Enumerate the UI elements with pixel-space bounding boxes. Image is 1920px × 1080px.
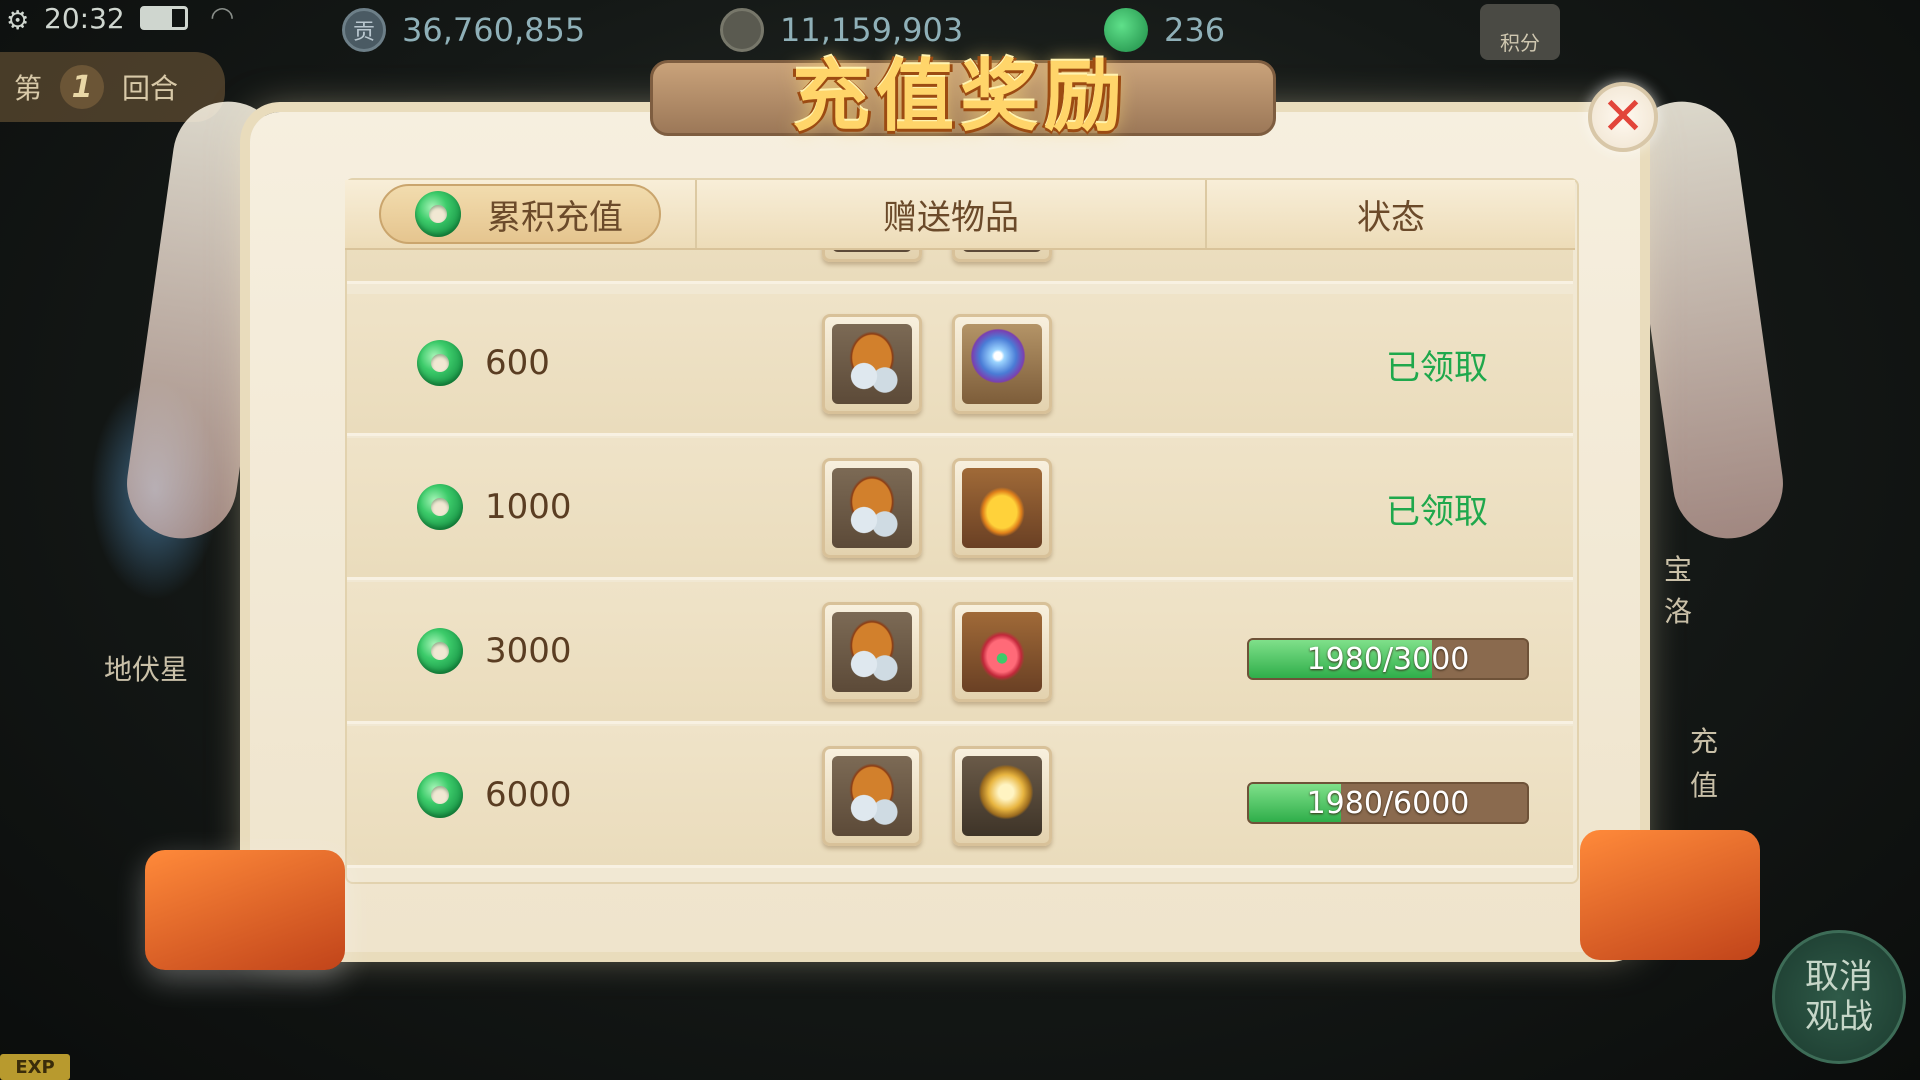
jade-icon bbox=[417, 772, 463, 818]
list-item: 6000 1980/6000 bbox=[347, 726, 1573, 868]
silver-bag-icon bbox=[832, 324, 912, 404]
round-number: 1 bbox=[60, 65, 105, 109]
reward-item[interactable] bbox=[822, 314, 922, 414]
exp-badge: EXP bbox=[0, 1054, 70, 1080]
list-item: 1000 已领取 bbox=[347, 438, 1573, 580]
score-button[interactable]: 积分 bbox=[1480, 4, 1560, 60]
status-claimed: 已领取 bbox=[1386, 348, 1488, 388]
round-indicator: 第 1 回合 bbox=[0, 52, 225, 122]
header-recharge-label: 累积充值 bbox=[487, 197, 623, 238]
table-header: 累积充值 赠送物品 状态 bbox=[345, 180, 1575, 250]
reward-item[interactable] bbox=[952, 458, 1052, 558]
crystal-orb-icon bbox=[962, 324, 1042, 404]
side-hint-1: 宝 bbox=[1664, 553, 1693, 586]
jade-icon bbox=[417, 484, 463, 530]
reward-item[interactable] bbox=[952, 314, 1052, 414]
ribbon-decoration-right bbox=[1619, 94, 1791, 546]
reward-item[interactable] bbox=[952, 250, 1052, 262]
progress-bar: 1980/6000 bbox=[1247, 782, 1529, 824]
progress-text: 1980/6000 bbox=[1306, 785, 1470, 821]
side-recharge-hint: 充值 bbox=[1690, 725, 1719, 802]
amount-value: 3000 bbox=[485, 631, 572, 671]
reward-item[interactable] bbox=[952, 602, 1052, 702]
cancel-watch-button[interactable]: 取消 观战 bbox=[1772, 930, 1906, 1064]
reward-list[interactable]: 600 已领取 1000 已领取 3000 1980/3000 6000 198… bbox=[347, 250, 1573, 872]
cancel-watch-line1: 取消 bbox=[1805, 957, 1873, 997]
silver-bag-icon bbox=[962, 250, 1042, 252]
reward-item[interactable] bbox=[952, 746, 1052, 846]
header-status: 状态 bbox=[1357, 197, 1425, 238]
contribution-value: 36,760,855 bbox=[402, 11, 586, 49]
cancel-watch-line2: 观战 bbox=[1805, 997, 1873, 1037]
amount-value: 600 bbox=[485, 343, 550, 383]
jade-icon bbox=[415, 191, 461, 237]
treasure-chest-decoration-left bbox=[145, 850, 345, 970]
recharge-amount: 1000 bbox=[417, 484, 572, 530]
silver-bag-icon bbox=[832, 468, 912, 548]
close-button[interactable]: ✕ bbox=[1588, 82, 1658, 152]
round-prefix: 第 bbox=[14, 72, 43, 105]
contribution-display: 贡 36,760,855 bbox=[342, 8, 585, 52]
reward-item[interactable] bbox=[822, 746, 922, 846]
reward-item[interactable] bbox=[822, 458, 922, 558]
round-suffix: 回合 bbox=[122, 72, 179, 105]
header-recharge-pill: 累积充值 bbox=[379, 184, 661, 244]
red-lucky-bag-icon bbox=[962, 612, 1042, 692]
list-item: 600 已领取 bbox=[347, 294, 1573, 436]
dialog-title: 充值奖励 bbox=[791, 51, 1128, 142]
gold-lucky-bag-icon bbox=[962, 468, 1042, 548]
amount-value: 1000 bbox=[485, 487, 572, 527]
reward-item[interactable] bbox=[822, 602, 922, 702]
settings-gear-icon: ⚙ bbox=[6, 6, 30, 36]
header-gifts: 赠送物品 bbox=[697, 180, 1207, 248]
amount-value: 6000 bbox=[485, 775, 572, 815]
reward-item[interactable] bbox=[822, 250, 922, 262]
contribution-icon: 贡 bbox=[342, 8, 386, 52]
status-time: 20:32 bbox=[44, 2, 125, 35]
list-item: 3000 1980/3000 bbox=[347, 582, 1573, 724]
recharge-amount: 3000 bbox=[417, 628, 572, 674]
status-claimed: 已领取 bbox=[1386, 492, 1488, 532]
silver-bag-icon bbox=[832, 250, 912, 252]
progress-text: 1980/3000 bbox=[1306, 641, 1470, 677]
progress-bar: 1980/3000 bbox=[1247, 638, 1529, 680]
silver-bag-icon bbox=[832, 612, 912, 692]
jade-icon bbox=[417, 628, 463, 674]
battery-icon bbox=[140, 6, 188, 30]
character-label: 地伏星 bbox=[104, 653, 189, 686]
silver-bag-icon bbox=[832, 756, 912, 836]
wifi-icon: ◠ bbox=[210, 0, 235, 33]
side-hint-2: 洛 bbox=[1664, 595, 1693, 628]
header-recharge-cell: 累积充值 bbox=[345, 180, 697, 248]
golden-dragon-icon bbox=[962, 756, 1042, 836]
recharge-amount: 600 bbox=[417, 340, 550, 386]
jade-icon bbox=[417, 340, 463, 386]
recharge-amount: 6000 bbox=[417, 772, 572, 818]
treasure-chest-decoration-right bbox=[1580, 830, 1760, 960]
list-item bbox=[347, 250, 1573, 284]
